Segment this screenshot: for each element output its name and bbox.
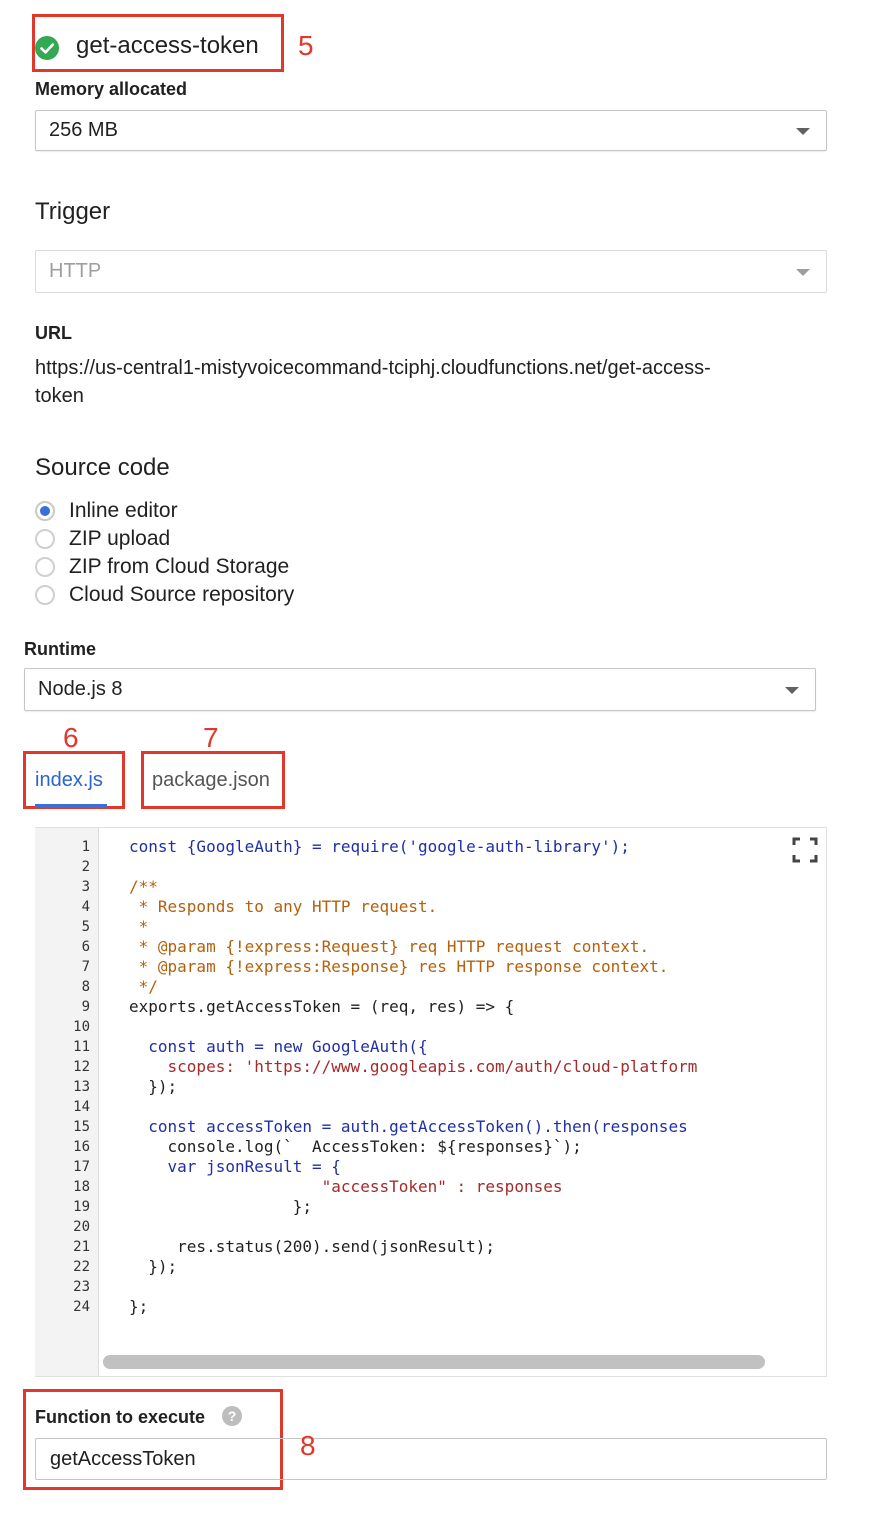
line-number: 11 [73, 1039, 90, 1055]
line-number: 18 [73, 1179, 90, 1195]
line-number: 16 [73, 1139, 90, 1155]
code-editor[interactable]: 1 2 3 4 5 6 7 8 9 10 11 12 13 14 15 16 1… [35, 827, 827, 1377]
radio-zip-upload[interactable]: ZIP upload [35, 525, 170, 553]
line-number: 13 [73, 1079, 90, 1095]
trigger-title: Trigger [35, 198, 111, 225]
code-line: exports.getAccessToken = (req, res) => { [129, 997, 515, 1016]
line-number: 15 [73, 1119, 90, 1135]
radio-label: ZIP from Cloud Storage [69, 555, 290, 578]
active-tab-indicator [35, 804, 107, 808]
scrollbar-thumb[interactable] [103, 1355, 765, 1369]
line-number: 17 [73, 1159, 90, 1175]
code-line: * Responds to any HTTP request. [129, 897, 438, 916]
radio-button[interactable] [35, 501, 55, 521]
line-number: 8 [81, 979, 90, 995]
radio-zip-cloud-storage[interactable]: ZIP from Cloud Storage [35, 553, 289, 581]
radio-label: Cloud Source repository [69, 583, 295, 606]
function-name: get-access-token [76, 32, 259, 59]
url-line-1: https://us-central1-mistyvoicecommand-tc… [35, 357, 711, 379]
code-line: }); [129, 1257, 178, 1276]
code-line: }; [129, 1197, 313, 1216]
trigger-select: HTTP [35, 250, 827, 293]
check-circle-icon [35, 36, 59, 60]
runtime-select[interactable]: Node.js 8 [24, 668, 816, 711]
code-line: res.status(200).send(jsonResult); [129, 1237, 496, 1256]
line-number: 22 [73, 1259, 90, 1275]
runtime-value: Node.js 8 [38, 678, 123, 700]
chevron-down-icon [785, 686, 799, 694]
memory-label: Memory allocated [35, 79, 188, 99]
code-line: }; [129, 1297, 149, 1316]
radio-cloud-source-repository[interactable]: Cloud Source repository [35, 581, 294, 609]
code-line: * [129, 917, 149, 936]
memory-value: 256 MB [49, 119, 118, 141]
code-line: const accessToken = auth.getAccessToken(… [129, 1117, 688, 1136]
function-to-execute-value: getAccessToken [50, 1447, 196, 1470]
tab-package-json[interactable]: package.json [152, 769, 270, 792]
function-to-execute-label: Function to execute [35, 1407, 206, 1427]
callout-6: 6 [63, 722, 79, 753]
line-number: 2 [81, 859, 90, 875]
line-number: 20 [73, 1219, 90, 1235]
code-line: /** [129, 877, 158, 896]
url-label: URL [35, 323, 72, 343]
line-number: 23 [73, 1279, 90, 1295]
memory-select[interactable]: 256 MB [35, 110, 827, 151]
radio-button[interactable] [35, 557, 55, 577]
line-number: 3 [81, 879, 90, 895]
code-line: }); [129, 1077, 178, 1096]
radio-button[interactable] [35, 585, 55, 605]
runtime-label: Runtime [24, 639, 96, 659]
line-number: 19 [73, 1199, 90, 1215]
chevron-down-icon [796, 127, 810, 135]
code-line: const auth = new GoogleAuth({ [129, 1037, 428, 1056]
tab-index-js[interactable]: index.js [35, 769, 103, 792]
line-number: 4 [81, 899, 90, 915]
source-code-title: Source code [35, 454, 170, 481]
code-line: * @param {!express:Request} req HTTP req… [129, 937, 650, 956]
code-line: * @param {!express:Response} res HTTP re… [129, 957, 669, 976]
radio-label: Inline editor [69, 499, 178, 522]
help-icon[interactable]: ? [222, 1406, 242, 1426]
radio-label: ZIP upload [69, 527, 171, 550]
line-number: 9 [81, 999, 90, 1015]
url-line-2: token [35, 385, 84, 407]
line-number: 21 [73, 1239, 90, 1255]
code-line: console.log(` AccessToken: ${responses}`… [129, 1137, 582, 1156]
code-line: const {GoogleAuth} = require('google-aut… [129, 837, 630, 856]
radio-button[interactable] [35, 529, 55, 549]
line-number: 5 [81, 919, 90, 935]
radio-inline-editor[interactable]: Inline editor [35, 497, 178, 525]
line-number: 24 [73, 1299, 90, 1315]
callout-5: 5 [298, 30, 314, 61]
url-value[interactable]: https://us-central1-mistyvoicecommand-tc… [35, 354, 825, 410]
line-number: 7 [81, 959, 90, 975]
code-line: var jsonResult = { [129, 1157, 341, 1176]
line-number-gutter: 1 2 3 4 5 6 7 8 9 10 11 12 13 14 15 16 1… [35, 828, 99, 1376]
line-number: 12 [73, 1059, 90, 1075]
code-line: "accessToken" : responses [129, 1177, 563, 1196]
line-number: 10 [73, 1019, 90, 1035]
code-line: scopes: 'https://www.googleapis.com/auth… [129, 1057, 698, 1076]
chevron-down-icon [796, 268, 810, 276]
code-line: */ [129, 977, 158, 996]
line-number: 14 [73, 1099, 90, 1115]
callout-8: 8 [300, 1430, 316, 1461]
function-to-execute-input[interactable]: getAccessToken [35, 1438, 827, 1480]
line-number: 1 [81, 839, 90, 855]
trigger-value: HTTP [49, 260, 102, 282]
callout-7: 7 [203, 722, 219, 753]
fullscreen-icon[interactable] [792, 837, 818, 863]
line-number: 6 [81, 939, 90, 955]
